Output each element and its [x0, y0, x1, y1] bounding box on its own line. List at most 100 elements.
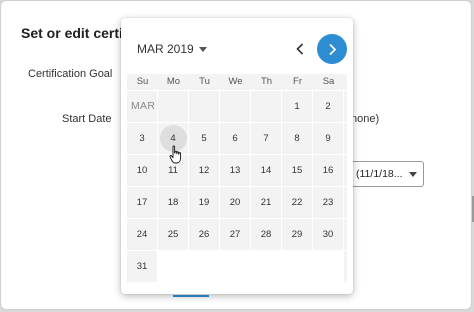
month-row-label: MAR	[131, 100, 156, 112]
day-number: 8	[294, 133, 300, 144]
day-cell[interactable]: 18	[158, 187, 189, 218]
day-cell[interactable]: 10	[127, 155, 158, 186]
weekday-label: Th	[260, 76, 273, 87]
day-number: 31	[136, 261, 148, 272]
calendar-week-row: 10 11 12 13 14 15 16	[127, 154, 347, 186]
day-number: 4	[170, 133, 176, 144]
certification-goal-label: Certification Goal	[28, 68, 113, 80]
day-number: 15	[291, 165, 303, 176]
day-number: 30	[322, 229, 334, 240]
weekday-label: Sa	[322, 76, 335, 87]
day-cell[interactable]: 7	[251, 123, 282, 154]
calendar-week-row: 17 18 19 20 21 22 23	[127, 186, 347, 218]
day-cell[interactable]: 25	[158, 219, 189, 250]
day-cell[interactable]: 23	[313, 187, 344, 218]
day-number: 16	[322, 165, 334, 176]
day-number: 6	[232, 133, 238, 144]
day-cell[interactable]: 24	[127, 219, 158, 250]
day-number: 13	[229, 165, 241, 176]
empty-day-cell	[220, 91, 251, 122]
day-cell[interactable]: 22	[282, 187, 313, 218]
empty-day-cell	[189, 251, 220, 282]
day-number: 25	[167, 229, 179, 240]
day-number: 14	[260, 165, 272, 176]
calendar-weeks: 1 2 MAR 3 4 5 6 7 8 9 10 11 12 13 14 15 16 17 18 19 20 21 22 23…	[127, 90, 347, 282]
calendar-grid: Su Mo Tu We Th Fr Sa 1 2 MAR 3 4 5 6 7 8 9 10 11 12 1…	[127, 74, 347, 282]
day-number: 20	[229, 197, 241, 208]
day-number: 23	[322, 197, 334, 208]
empty-day-cell	[189, 91, 220, 122]
day-number: 21	[260, 197, 272, 208]
day-cell[interactable]: 1	[282, 91, 313, 122]
day-number: 24	[136, 229, 148, 240]
day-number: 22	[291, 197, 303, 208]
day-cell[interactable]: 20	[220, 187, 251, 218]
day-number: 7	[263, 133, 269, 144]
weekday-label: Fr	[293, 76, 302, 87]
dialog-title: Set or edit certif	[21, 25, 123, 41]
empty-day-cell	[220, 251, 251, 282]
weekday-label: Tu	[199, 76, 210, 87]
day-cell[interactable]: 31	[127, 251, 158, 282]
weekday-label: Su	[136, 76, 149, 87]
next-month-button[interactable]	[317, 34, 347, 64]
empty-day-cell	[251, 91, 282, 122]
empty-day-cell	[313, 251, 344, 282]
day-cell[interactable]: 3	[127, 123, 158, 154]
date-range-select-value: (11/1/18...	[356, 168, 403, 180]
chevron-left-icon	[296, 43, 304, 55]
empty-day-cell	[282, 251, 313, 282]
option-note: none)	[351, 113, 380, 125]
day-cell[interactable]: 2	[313, 91, 344, 122]
day-number: 17	[136, 197, 148, 208]
day-number: 18	[167, 197, 179, 208]
day-cell[interactable]: 17	[127, 187, 158, 218]
day-cell[interactable]: 30	[313, 219, 344, 250]
day-number: 1	[294, 101, 300, 112]
calendar-week-row: 24 25 26 27 28 29 30	[127, 218, 347, 250]
day-number: 11	[168, 165, 178, 176]
day-cell[interactable]: 12	[189, 155, 220, 186]
hand-pointer-icon	[169, 145, 182, 164]
start-date-label: Start Date	[62, 113, 112, 125]
day-cell[interactable]: 16	[313, 155, 344, 186]
day-cell[interactable]: 27	[220, 219, 251, 250]
day-cell[interactable]: 28	[251, 219, 282, 250]
month-year-dropdown[interactable]: MAR 2019	[137, 42, 207, 56]
day-cell[interactable]: 5	[189, 123, 220, 154]
active-tab-indicator	[173, 295, 209, 297]
day-number: 19	[198, 197, 210, 208]
day-cell[interactable]: 29	[282, 219, 313, 250]
previous-month-button[interactable]	[293, 40, 307, 58]
day-cell[interactable]: 13	[220, 155, 251, 186]
caret-down-icon	[409, 172, 417, 177]
day-cell[interactable]: 8	[282, 123, 313, 154]
date-range-select[interactable]: (11/1/18...	[350, 161, 424, 187]
day-number: 12	[198, 165, 210, 176]
empty-day-cell	[158, 251, 189, 282]
day-cell[interactable]: 21	[251, 187, 282, 218]
calendar-week-row: 1 2 MAR	[127, 90, 347, 122]
month-year-label: MAR 2019	[137, 42, 194, 56]
day-cell[interactable]: 15	[282, 155, 313, 186]
day-number: 29	[291, 229, 303, 240]
day-cell[interactable]: 9	[313, 123, 344, 154]
caret-down-icon	[198, 46, 207, 52]
calendar-week-row: 3 4 5 6 7 8 9	[127, 122, 347, 154]
date-picker-popup: MAR 2019 Su Mo Tu We Th Fr Sa 1 2 MAR 3 4 5 6 7…	[121, 18, 353, 294]
day-cell[interactable]: 6	[220, 123, 251, 154]
calendar-week-row: 31	[127, 250, 347, 282]
day-number: 27	[229, 229, 241, 240]
weekday-label: We	[228, 76, 243, 87]
weekday-header: Su Mo Tu We Th Fr Sa	[127, 74, 347, 90]
day-cell[interactable]: 19	[189, 187, 220, 218]
weekday-label: Mo	[166, 76, 181, 87]
day-cell[interactable]: 14	[251, 155, 282, 186]
day-number: 9	[325, 133, 331, 144]
day-number: 2	[325, 101, 331, 112]
day-number: 5	[201, 133, 207, 144]
day-cell[interactable]: 26	[189, 219, 220, 250]
day-number: 26	[198, 229, 210, 240]
empty-day-cell	[158, 91, 189, 122]
chevron-right-icon	[328, 43, 336, 55]
